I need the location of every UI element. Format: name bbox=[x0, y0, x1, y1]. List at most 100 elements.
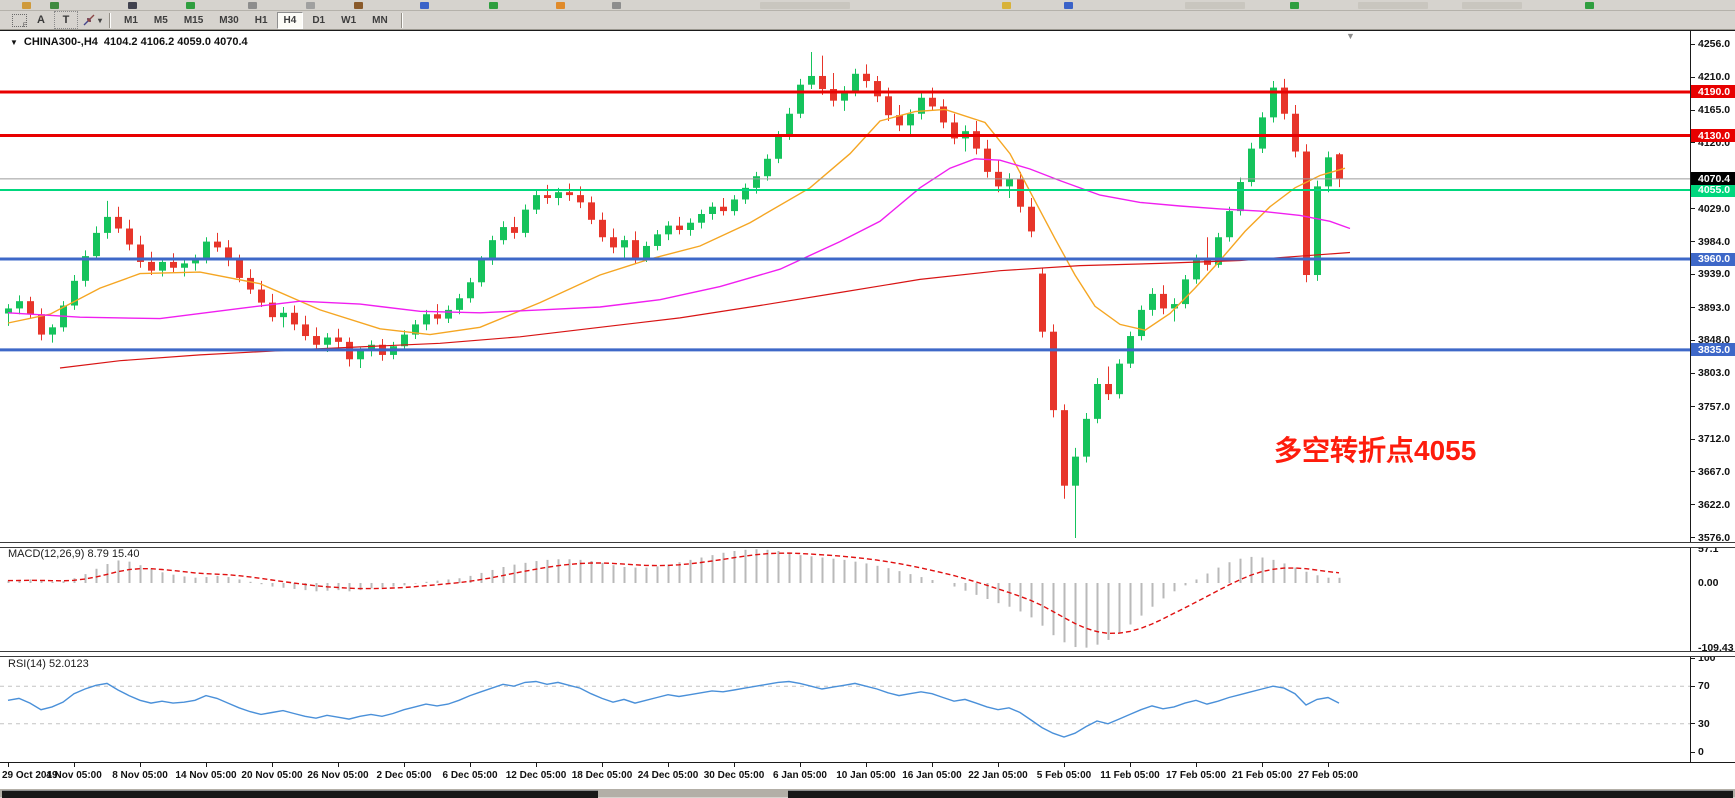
time-tick bbox=[140, 763, 141, 767]
time-tick-label: 16 Jan 05:00 bbox=[902, 770, 962, 781]
candles-group bbox=[5, 52, 1343, 538]
time-tick-label: 22 Jan 05:00 bbox=[968, 770, 1028, 781]
axis-tick bbox=[1691, 686, 1695, 687]
toolbar-separator bbox=[109, 13, 111, 28]
time-tick bbox=[206, 763, 207, 767]
icon-fragment bbox=[248, 2, 257, 9]
time-tick bbox=[1130, 763, 1131, 767]
icon-fragment bbox=[1185, 2, 1245, 9]
time-tick-label: 21 Feb 05:00 bbox=[1232, 770, 1292, 781]
axis-tick bbox=[1691, 208, 1695, 209]
time-tick bbox=[734, 763, 735, 767]
time-tick bbox=[470, 763, 471, 767]
icon-fragment bbox=[612, 2, 621, 9]
icon-fragment bbox=[1064, 2, 1073, 9]
time-tick bbox=[536, 763, 537, 767]
price-badge-3835.0: 3835.0 bbox=[1691, 343, 1735, 356]
timeframe-mn[interactable]: MN bbox=[365, 12, 395, 29]
timeframe-w1[interactable]: W1 bbox=[334, 12, 363, 29]
chart-toolbar: F A T ▾ M1M5M15M30H1H4D1W1MN bbox=[0, 11, 1735, 30]
price-tick-label: 4165.0 bbox=[1698, 104, 1730, 116]
time-tick-label: 18 Dec 05:00 bbox=[572, 770, 633, 781]
timeframe-m30[interactable]: M30 bbox=[212, 12, 245, 29]
time-tick bbox=[1196, 763, 1197, 767]
time-tick bbox=[74, 763, 75, 767]
time-tick bbox=[932, 763, 933, 767]
price-tick-label: 3984.0 bbox=[1698, 236, 1730, 248]
axis-tick bbox=[1691, 537, 1695, 538]
rsi-tick-label: 30 bbox=[1698, 718, 1710, 730]
price-badge-4130.0: 4130.0 bbox=[1691, 129, 1735, 142]
timeframe-h1[interactable]: H1 bbox=[248, 12, 275, 29]
rsi-canvas[interactable] bbox=[0, 655, 1690, 762]
time-tick bbox=[404, 763, 405, 767]
time-tick-label: 12 Dec 05:00 bbox=[506, 770, 567, 781]
arrow-tools-button[interactable]: ▾ bbox=[82, 12, 102, 28]
price-tick-label: 3939.0 bbox=[1698, 268, 1730, 280]
price-tick-label: 3622.0 bbox=[1698, 499, 1730, 511]
icon-fragment bbox=[306, 2, 315, 9]
time-tick-label: 20 Nov 05:00 bbox=[241, 770, 302, 781]
bottom-windows-strip bbox=[0, 789, 1735, 797]
cutoff-toolbar-strip bbox=[0, 0, 1735, 11]
toolbar-separator bbox=[401, 13, 403, 28]
icon-fragment bbox=[420, 2, 429, 9]
time-tick-label: 14 Nov 05:00 bbox=[175, 770, 236, 781]
macd-label: MACD(12,26,9) 8.79 15.40 bbox=[8, 548, 139, 560]
time-tick-label: 24 Dec 05:00 bbox=[638, 770, 699, 781]
text-label-button[interactable]: T bbox=[54, 11, 78, 29]
icon-fragment bbox=[1290, 2, 1299, 9]
grid-dots-icon[interactable]: F bbox=[10, 12, 28, 28]
time-tick-label: 8 Nov 05:00 bbox=[112, 770, 168, 781]
diagonal-arrows-icon bbox=[82, 14, 96, 27]
timeframe-m5[interactable]: M5 bbox=[147, 12, 175, 29]
time-tick-label: 30 Dec 05:00 bbox=[704, 770, 765, 781]
time-tick-label: 4 Nov 05:00 bbox=[46, 770, 102, 781]
price-badge-3960.0: 3960.0 bbox=[1691, 253, 1735, 266]
axis-tick bbox=[1691, 439, 1695, 440]
price-badge-4190.0: 4190.0 bbox=[1691, 85, 1735, 98]
price-tick-label: 4210.0 bbox=[1698, 71, 1730, 83]
axis-tick bbox=[1691, 307, 1695, 308]
axis-tick bbox=[1691, 142, 1695, 143]
panel-divider[interactable] bbox=[0, 651, 1735, 657]
price-tick-label: 3712.0 bbox=[1698, 433, 1730, 445]
symbol-period-label: CHINA300-,H4 bbox=[24, 36, 98, 48]
pivot-annotation-text: 多空转折点4055 bbox=[1274, 429, 1476, 469]
price-tick-label: 3803.0 bbox=[1698, 367, 1730, 379]
time-tick-label: 11 Feb 05:00 bbox=[1100, 770, 1159, 781]
axis-tick bbox=[1691, 241, 1695, 242]
timeframe-h4[interactable]: H4 bbox=[277, 12, 304, 29]
price-badge-4055.0: 4055.0 bbox=[1691, 184, 1735, 197]
time-tick bbox=[272, 763, 273, 767]
time-tick bbox=[800, 763, 801, 767]
chart-shift-marker-icon[interactable]: ▼ bbox=[1346, 31, 1355, 41]
axis-tick bbox=[1691, 406, 1695, 407]
axis-tick bbox=[1691, 77, 1695, 78]
macd-signal-line bbox=[8, 553, 1339, 633]
icon-fragment bbox=[556, 2, 565, 9]
rsi-line bbox=[8, 682, 1339, 738]
axis-tick bbox=[1691, 110, 1695, 111]
rsi-tick-label: 0 bbox=[1698, 746, 1704, 758]
time-axis[interactable]: 29 Oct 20194 Nov 05:008 Nov 05:0014 Nov … bbox=[0, 762, 1735, 789]
ma-mid-magenta bbox=[8, 159, 1350, 319]
time-tick-label: 10 Jan 05:00 bbox=[836, 770, 896, 781]
axis-tick bbox=[1691, 723, 1695, 724]
timeframe-m15[interactable]: M15 bbox=[177, 12, 210, 29]
axis-tick bbox=[1691, 752, 1695, 753]
time-tick bbox=[998, 763, 999, 767]
timeframe-m1[interactable]: M1 bbox=[117, 12, 145, 29]
time-tick bbox=[602, 763, 603, 767]
font-tool-button[interactable]: A bbox=[32, 12, 50, 28]
ohlc-values: 4104.2 4106.2 4059.0 4070.4 bbox=[104, 36, 248, 48]
panel-divider[interactable] bbox=[0, 542, 1735, 548]
timeframe-d1[interactable]: D1 bbox=[305, 12, 332, 29]
icon-fragment bbox=[186, 2, 195, 9]
macd-canvas[interactable] bbox=[0, 545, 1690, 652]
chevron-down-icon[interactable]: ▼ bbox=[10, 38, 18, 47]
macd-tick-label: 0.00 bbox=[1698, 577, 1718, 589]
icon-fragment bbox=[128, 2, 137, 9]
time-tick bbox=[866, 763, 867, 767]
ma-fast-orange bbox=[8, 109, 1345, 334]
